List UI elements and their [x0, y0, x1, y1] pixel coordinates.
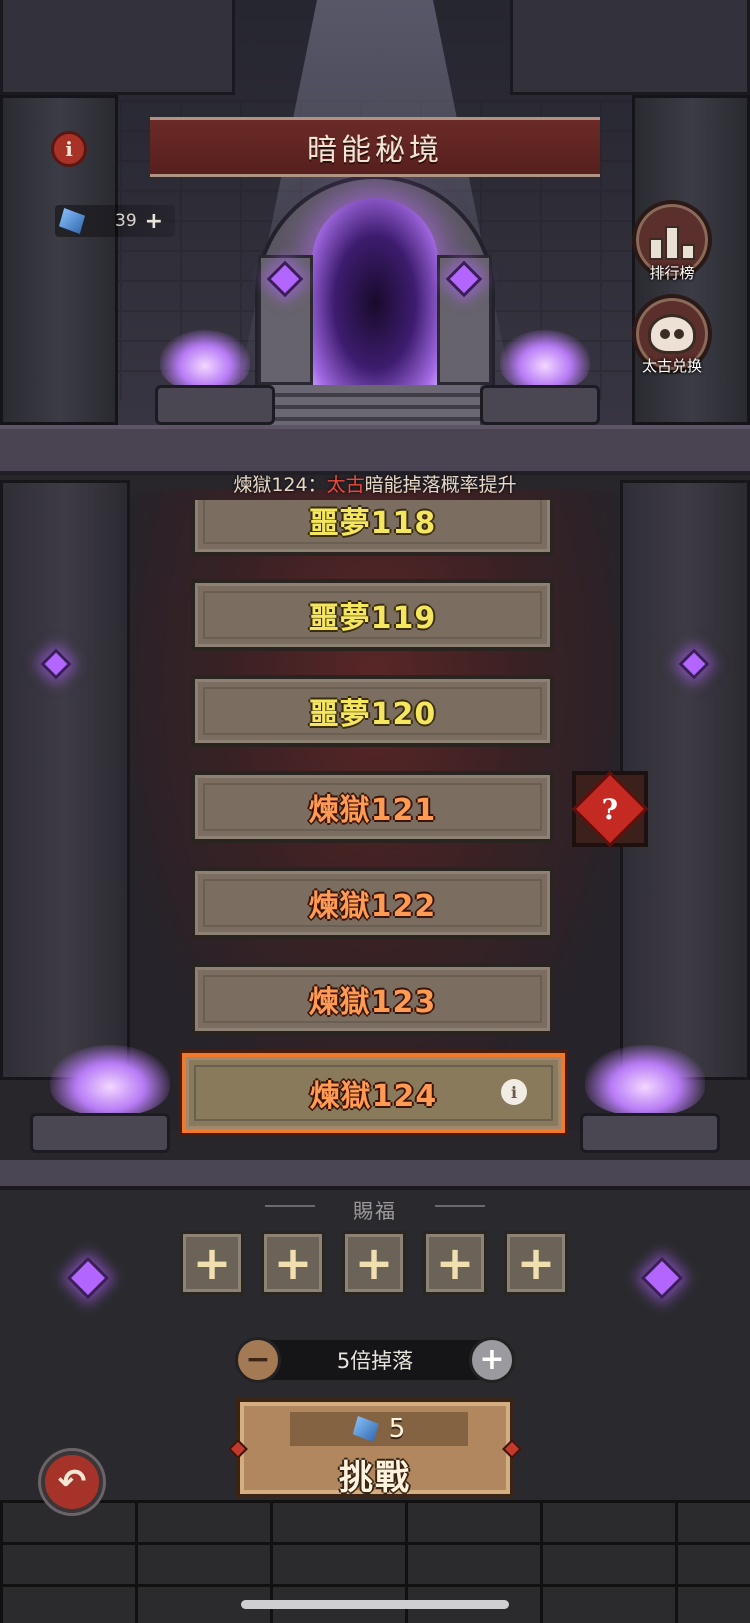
level-item[interactable]: 噩夢120 [191, 675, 554, 747]
level-item[interactable]: 煉獄123 [191, 963, 554, 1035]
title-bar: 暗能秘境 [150, 117, 600, 177]
level-label: 煉獄124 [309, 1079, 438, 1114]
level-item[interactable]: 煉獄121 [191, 771, 554, 843]
multiplier-label: 5倍掉落 [336, 1349, 414, 1373]
floor-ledge [0, 1160, 750, 1190]
dark-shard-icon [59, 208, 85, 234]
decrease-multiplier-button[interactable]: − [235, 1337, 281, 1383]
purple-flame [160, 330, 250, 390]
skull-icon [648, 314, 696, 354]
dark-portal [312, 198, 438, 388]
drop-rate-notice: 煉獄124：太古暗能掉落概率提升 [0, 470, 750, 497]
add-currency-button[interactable]: + [145, 209, 163, 234]
dark-shard-icon [352, 1416, 379, 1442]
stone-ledge [0, 425, 750, 475]
blessing-slots: + + + + + [180, 1231, 568, 1295]
blessing-slot[interactable]: + [342, 1231, 406, 1295]
level-item-selected[interactable]: 煉獄124 i [182, 1053, 565, 1133]
increase-multiplier-button[interactable]: + [469, 1337, 515, 1383]
info-icon[interactable]: i [51, 131, 87, 167]
currency-value: 39 [115, 211, 137, 231]
level-item[interactable]: 噩夢119 [191, 579, 554, 651]
level-item[interactable]: 噩夢118 [191, 500, 554, 556]
drop-multiplier: − 5倍掉落 + [235, 1336, 515, 1384]
notice-highlight: 太古 [326, 474, 365, 496]
brazier [480, 385, 600, 425]
blessing-slot[interactable]: + [504, 1231, 568, 1295]
brazier [155, 385, 275, 425]
page-title: 暗能秘境 [307, 133, 443, 168]
mystery-reward-button[interactable]: ? [571, 770, 649, 848]
ranking-label: 排行榜 [649, 264, 695, 282]
blessing-title: 賜福 [353, 1199, 397, 1223]
blessing-slot[interactable]: + [261, 1231, 325, 1295]
ranking-icon [649, 220, 695, 260]
level-label: 噩夢119 [308, 601, 437, 636]
blessing-slot[interactable]: + [180, 1231, 244, 1295]
level-item[interactable]: 煉獄122 [191, 867, 554, 939]
challenge-cost: 5 [290, 1412, 468, 1446]
currency-display: 39 + [55, 205, 175, 237]
back-arrow-icon[interactable]: ↶ [41, 1451, 103, 1513]
notice-prefix: 煉獄124： [233, 474, 327, 496]
purple-flame [500, 330, 590, 390]
blessing-slot[interactable]: + [423, 1231, 487, 1295]
level-label: 煉獄121 [308, 793, 437, 828]
ceiling-block-left [0, 0, 235, 95]
level-label: 煉獄122 [308, 889, 437, 924]
level-label: 煉獄123 [308, 985, 437, 1020]
portal-stairs [270, 385, 480, 425]
challenge-label: 挑戰 [339, 1458, 411, 1498]
level-label: 噩夢120 [308, 697, 437, 732]
level-label: 噩夢118 [308, 506, 437, 541]
level-info-icon[interactable]: i [501, 1079, 527, 1105]
ancient-exchange-label: 太古兑换 [641, 357, 702, 375]
notice-suffix: 暗能掉落概率提升 [364, 474, 517, 496]
challenge-button[interactable]: 5 挑戰 [228, 1398, 522, 1498]
home-indicator[interactable] [241, 1600, 509, 1609]
challenge-cost-value: 5 [388, 1414, 406, 1444]
question-icon: ? [571, 770, 649, 848]
ceiling-block-right [510, 0, 750, 95]
